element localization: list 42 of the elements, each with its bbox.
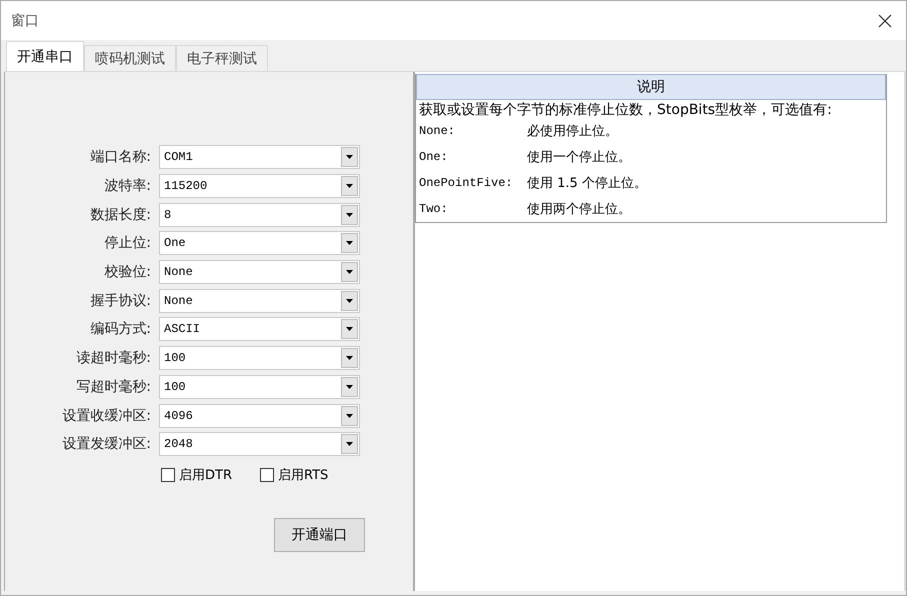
field-label: 编码方式: (89, 320, 152, 338)
value-description: 使用两个停止位。 (527, 201, 631, 218)
tab[interactable]: 开通串口 (6, 41, 84, 71)
dropdown[interactable]: COM1 (159, 145, 360, 170)
field-label: 设置发缓冲区: (61, 435, 152, 454)
dropdown[interactable]: One (159, 231, 360, 256)
description-text: 获取或设置每个字节的标准停止位数，StopBits型枚举，可选值有: (418, 101, 833, 118)
tab[interactable]: 喷码机测试 (84, 45, 176, 71)
value-name: Two: (419, 202, 449, 216)
value-name: OnePointFive: (419, 176, 514, 190)
field-label: 端口名称: (89, 148, 152, 166)
dropdown[interactable]: 2048 (159, 432, 360, 456)
value-description: 必使用停止位。 (527, 123, 618, 140)
open-port-button[interactable]: 开通端口 (274, 518, 365, 552)
field-label: 数据长度: (89, 206, 152, 224)
field-label: 握手协议: (89, 292, 152, 310)
dropdown[interactable]: 115200 (159, 174, 360, 198)
value-description: 使用 1.5 个停止位。 (527, 175, 647, 192)
field-label: 读超时毫秒: (75, 349, 152, 368)
field-label: 设置收缓冲区: (61, 406, 152, 425)
field-label: 波特率: (103, 177, 152, 196)
checkbox[interactable] (260, 468, 274, 482)
checkbox-label: 启用DTR (179, 466, 232, 484)
field-label: 校验位: (103, 263, 152, 282)
dropdown[interactable]: None (159, 260, 360, 284)
dropdown[interactable]: 8 (159, 202, 360, 227)
dropdown[interactable]: ASCII (159, 317, 360, 342)
close-icon[interactable] (878, 14, 892, 28)
checkbox-label: 启用RTS (278, 466, 328, 484)
value-description: 使用一个停止位。 (527, 149, 631, 166)
window-title: 窗口 (11, 12, 39, 30)
dropdown[interactable]: 100 (159, 346, 360, 370)
value-name: One: (419, 150, 449, 164)
field-label: 停止位: (103, 234, 152, 252)
column-header: 说明 (416, 74, 886, 100)
dropdown[interactable]: 4096 (159, 404, 360, 428)
dropdown[interactable]: 100 (159, 374, 360, 399)
tab[interactable]: 电子秤测试 (176, 45, 268, 71)
dropdown[interactable]: None (159, 288, 360, 313)
checkbox[interactable] (161, 468, 175, 482)
field-label: 写超时毫秒: (75, 378, 152, 396)
value-name: None: (419, 124, 456, 138)
